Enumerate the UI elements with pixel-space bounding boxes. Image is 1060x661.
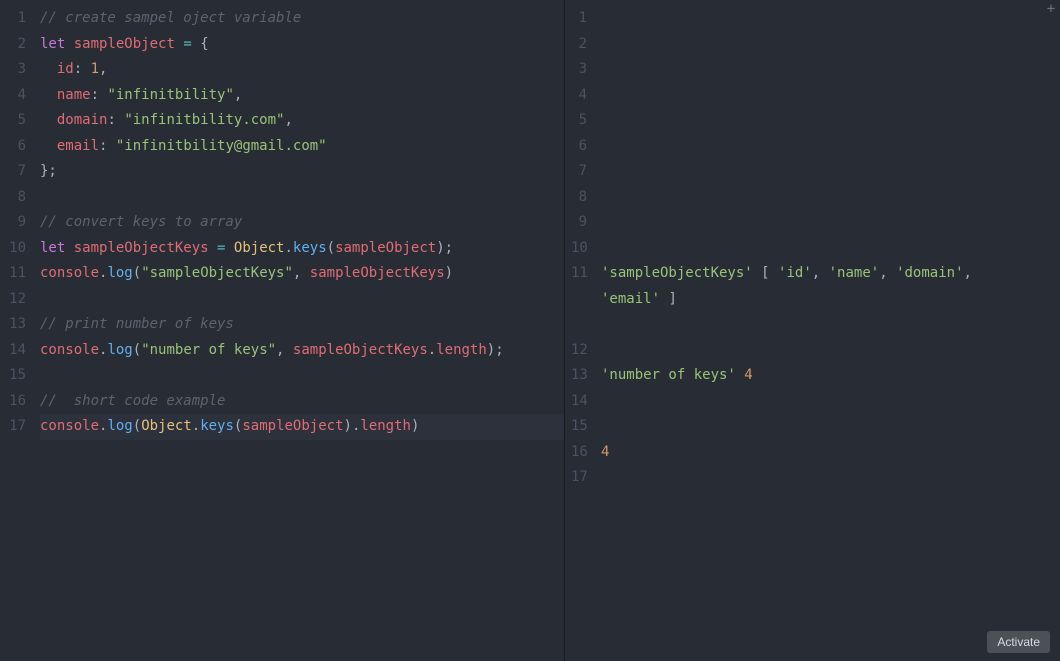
activate-button[interactable]: Activate — [987, 631, 1050, 653]
editor-lines[interactable]: // create sampel oject variable let samp… — [40, 6, 564, 440]
comment: // convert keys to array — [40, 214, 242, 230]
code-editor-pane[interactable]: 1234 5678 9101112 13141516 17 // create … — [0, 0, 565, 661]
comment: // create sampel oject variable — [40, 10, 301, 26]
output-line-14: 'number of keys' 4 — [601, 363, 1060, 389]
comment: // short code example — [40, 393, 225, 409]
split-container: 1234 5678 9101112 13141516 17 // create … — [0, 0, 1060, 661]
output-lines: 'sampleObjectKeys' [ 'id', 'name', 'doma… — [601, 6, 1060, 491]
output-line-17: 4 — [601, 440, 1060, 466]
output-line-11: 'sampleObjectKeys' [ 'id', 'name', 'doma… — [601, 261, 1031, 312]
comment: // print number of keys — [40, 316, 234, 332]
plus-icon[interactable]: + — [1044, 2, 1058, 16]
editor-gutter: 1234 5678 9101112 13141516 17 — [0, 6, 40, 440]
output-gutter: 1 2 3 4 5 6 7 8 9 10 11 12 13 14 15 16 1… — [565, 6, 601, 491]
output-pane: ⇥ + 1 2 3 4 5 6 7 8 9 10 11 12 13 14 15 … — [565, 0, 1060, 661]
